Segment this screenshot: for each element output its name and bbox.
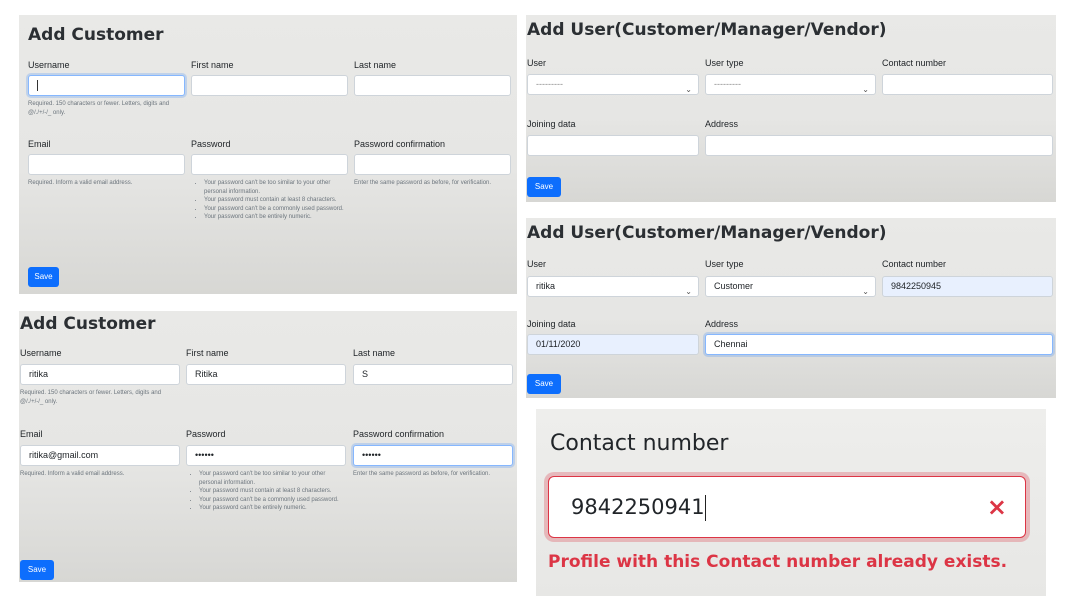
contact-number-input[interactable]: 9842250945 — [882, 276, 1053, 297]
add-user-filled-panel: Add User(Customer/Manager/Vendor) User U… — [526, 218, 1056, 398]
error-message: Profile with this Contact number already… — [548, 552, 1008, 572]
chevron-down-icon: ⌄ — [862, 287, 869, 296]
first-name-label: First name — [191, 60, 234, 70]
first-name-label: First name — [186, 348, 229, 358]
user-label: User — [527, 58, 547, 68]
last-name-label: Last name — [353, 348, 396, 358]
page-title: Add Customer — [28, 25, 164, 45]
address-input[interactable]: Chennai — [705, 334, 1053, 355]
username-label: Username — [20, 348, 62, 358]
email-label: Email — [20, 429, 43, 439]
username-input[interactable]: ritika — [20, 364, 180, 385]
username-input[interactable] — [28, 75, 185, 96]
joining-date-input[interactable] — [527, 135, 699, 156]
save-button[interactable]: Save — [527, 374, 561, 394]
password-help-item: Your password can't be a commonly used p… — [204, 205, 351, 214]
password-confirmation-help-text: Enter the same password as before, for v… — [353, 471, 491, 477]
password-help-item: Your password can't be too similar to yo… — [204, 179, 351, 196]
address-label: Address — [705, 119, 739, 129]
password-help-list: Your password can't be too similar to yo… — [191, 179, 351, 222]
password-input[interactable]: •••••• — [186, 445, 346, 466]
select-placeholder: --------- — [714, 79, 741, 89]
chevron-down-icon: ⌄ — [862, 85, 869, 94]
user-type-select[interactable]: --------- ⌄ — [705, 74, 876, 95]
email-help-text: Required. Inform a valid email address. — [28, 180, 133, 186]
user-type-label: User type — [705, 58, 744, 68]
add-user-empty-panel: Add User(Customer/Manager/Vendor) User U… — [526, 15, 1056, 202]
password-help-item: Your password can't be entirely numeric. — [204, 213, 351, 222]
page-title: Add User(Customer/Manager/Vendor) — [527, 223, 887, 243]
chevron-down-icon: ⌄ — [685, 287, 692, 296]
address-label: Address — [705, 319, 739, 329]
joining-date-label: Joining data — [527, 119, 576, 129]
save-button[interactable]: Save — [527, 177, 561, 197]
page-title: Add User(Customer/Manager/Vendor) — [527, 20, 887, 40]
address-input[interactable] — [705, 135, 1053, 156]
contact-number-input[interactable] — [882, 74, 1053, 95]
username-help-text: Required. 150 characters or fewer. Lette… — [20, 390, 162, 405]
contact-number-label: Contact number — [882, 58, 947, 68]
text-caret — [704, 495, 707, 521]
password-help-item: Your password can't be entirely numeric. — [199, 504, 346, 513]
contact-number-input[interactable]: 9842250941 × — [548, 476, 1026, 538]
password-help-item: Your password must contain at least 8 ch… — [199, 487, 346, 496]
user-select[interactable]: --------- ⌄ — [527, 74, 699, 95]
save-button[interactable]: Save — [20, 560, 54, 580]
select-value: ritika — [536, 281, 556, 291]
password-confirmation-input[interactable] — [354, 154, 511, 175]
last-name-label: Last name — [354, 60, 397, 70]
password-label: Password — [186, 429, 226, 439]
add-customer-filled-panel: Add Customer Username First name Last na… — [19, 311, 517, 582]
text-caret — [37, 80, 38, 92]
password-help-item: Your password must contain at least 8 ch… — [204, 196, 351, 205]
password-confirmation-label: Password confirmation — [354, 139, 446, 149]
joining-date-input[interactable]: 01/11/2020 — [527, 334, 699, 355]
chevron-down-icon: ⌄ — [685, 85, 692, 94]
last-name-input[interactable] — [354, 75, 511, 96]
password-label: Password — [191, 139, 231, 149]
first-name-input[interactable]: Ritika — [186, 364, 346, 385]
add-customer-empty-panel: Add Customer Username First name Last na… — [19, 15, 517, 294]
contact-number-label: Contact number — [550, 431, 729, 456]
password-help-item: Your password can't be too similar to yo… — [199, 470, 346, 487]
page-title: Add Customer — [20, 314, 156, 334]
password-confirmation-label: Password confirmation — [353, 429, 445, 439]
invalid-x-icon: × — [986, 493, 1007, 521]
save-button[interactable]: Save — [28, 267, 59, 287]
username-help-text: Required. 150 characters or fewer. Lette… — [28, 101, 170, 116]
joining-date-label: Joining data — [527, 319, 576, 329]
password-confirmation-input[interactable]: •••••• — [353, 445, 513, 466]
username-label: Username — [28, 60, 70, 70]
user-select[interactable]: ritika ⌄ — [527, 276, 699, 297]
user-type-label: User type — [705, 259, 744, 269]
first-name-input[interactable] — [191, 75, 348, 96]
password-help-list: Your password can't be too similar to yo… — [186, 470, 346, 513]
contact-number-label: Contact number — [882, 259, 947, 269]
email-input[interactable] — [28, 154, 185, 175]
email-help-text: Required. Inform a valid email address. — [20, 471, 125, 477]
select-value: Customer — [714, 281, 754, 291]
user-type-select[interactable]: Customer ⌄ — [705, 276, 876, 297]
password-confirmation-help-text: Enter the same password as before, for v… — [354, 180, 492, 186]
contact-number-error-callout: Contact number 9842250941 × Profile with… — [536, 409, 1046, 596]
contact-number-value: 9842250941 — [571, 495, 705, 519]
password-help-item: Your password can't be a commonly used p… — [199, 496, 346, 505]
email-input[interactable]: ritika@gmail.com — [20, 445, 180, 466]
password-input[interactable] — [191, 154, 348, 175]
last-name-input[interactable]: S — [353, 364, 513, 385]
email-label: Email — [28, 139, 51, 149]
user-label: User — [527, 259, 547, 269]
select-placeholder: --------- — [536, 79, 563, 89]
